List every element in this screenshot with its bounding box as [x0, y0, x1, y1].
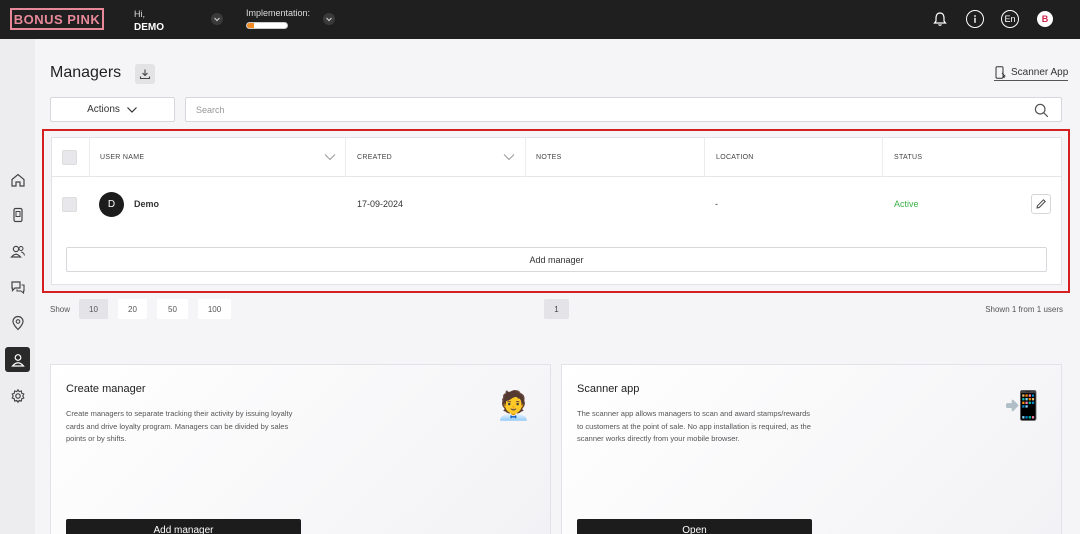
users-icon	[9, 245, 25, 258]
user-menu-chevron-icon[interactable]	[211, 13, 223, 25]
page-size-10[interactable]: 10	[79, 299, 108, 319]
home-icon	[10, 173, 25, 187]
implementation-progress-bar	[246, 22, 288, 29]
status-badge: Active	[894, 199, 919, 209]
page-size-20[interactable]: 20	[118, 299, 147, 319]
export-button[interactable]	[135, 64, 155, 84]
card-description: Create managers to separate tracking the…	[66, 409, 293, 443]
select-all-checkbox[interactable]	[62, 150, 77, 165]
bell-icon[interactable]	[931, 10, 949, 28]
card-title: Create manager	[66, 383, 146, 395]
row-username[interactable]: Demo	[134, 199, 159, 209]
page-number-current[interactable]: 1	[544, 299, 569, 319]
gear-icon	[10, 388, 25, 403]
column-header-location: LOCATION	[716, 154, 754, 161]
scanner-app-link[interactable]: Scanner App	[994, 66, 1069, 81]
scanner-app-card: Scanner app The scanner app allows manag…	[561, 364, 1062, 534]
manager-icon	[10, 353, 25, 367]
card-description: The scanner app allows managers to scan …	[577, 409, 811, 443]
chevron-down-icon	[126, 106, 137, 113]
search-input[interactable]	[196, 103, 1016, 117]
sort-username-chevron-icon[interactable]	[324, 153, 336, 161]
sidebar-item-cards[interactable]	[5, 202, 30, 227]
add-manager-row-button[interactable]: Add manager	[66, 247, 1047, 272]
sidebar	[0, 39, 35, 534]
open-scanner-button[interactable]: Open	[577, 519, 812, 534]
add-manager-button[interactable]: Add manager	[66, 519, 301, 534]
results-summary: Shown 1 from 1 users	[985, 305, 1063, 314]
download-icon	[139, 69, 151, 80]
language-switch[interactable]: En	[1001, 10, 1019, 28]
row-checkbox[interactable]	[62, 196, 77, 212]
row-created: 17-09-2024	[357, 199, 404, 209]
user-name: DEMO	[134, 22, 164, 33]
brand-logo[interactable]: BONUS PINK	[10, 8, 104, 30]
top-bar: BONUS PINK Hi, DEMO Implementation: En B	[0, 0, 1080, 39]
location-icon	[11, 315, 24, 330]
phone-card-icon	[12, 207, 23, 222]
sidebar-item-messages[interactable]	[5, 274, 30, 299]
column-header-username[interactable]: USER NAME	[100, 138, 144, 177]
card-title: Scanner app	[577, 383, 640, 395]
row-location: -	[715, 199, 718, 209]
column-header-created[interactable]: CREATED	[357, 138, 392, 177]
sort-created-chevron-icon[interactable]	[503, 153, 515, 161]
chat-icon	[10, 280, 25, 294]
avatar: D	[99, 191, 124, 217]
page-size-50[interactable]: 50	[157, 299, 188, 319]
greeting-text: Hi,	[134, 9, 145, 19]
actions-dropdown[interactable]: Actions	[50, 97, 175, 122]
sidebar-item-customers[interactable]	[5, 238, 30, 263]
info-icon[interactable]	[966, 10, 984, 28]
sidebar-item-settings[interactable]	[5, 383, 30, 408]
implementation-progress-fill	[247, 23, 255, 28]
show-label: Show	[50, 305, 71, 314]
table-header: USER NAME CREATED NOTES LOCATION STATUS	[52, 138, 1061, 177]
managers-table: USER NAME CREATED NOTES LOCATION STATUS …	[51, 137, 1062, 285]
scanner-app-label: Scanner App	[1011, 67, 1069, 78]
column-header-status: STATUS	[894, 154, 923, 161]
edit-button[interactable]	[1031, 194, 1051, 214]
create-manager-card: Create manager Create managers to separa…	[50, 364, 551, 534]
mobile-scan-icon	[995, 66, 1006, 79]
column-header-notes: NOTES	[536, 154, 562, 161]
implementation-status[interactable]: Implementation:	[246, 8, 310, 29]
sidebar-item-locations[interactable]	[5, 310, 30, 335]
search-icon[interactable]	[1034, 103, 1049, 118]
implementation-chevron-icon[interactable]	[323, 13, 335, 25]
actions-label: Actions	[87, 104, 120, 115]
pencil-icon	[1036, 199, 1046, 209]
phone-transfer-emoji-icon: 📲	[1004, 390, 1039, 421]
user-greeting[interactable]: Hi, DEMO	[134, 8, 164, 34]
page-size-100[interactable]: 100	[198, 299, 231, 319]
search-bar	[185, 97, 1062, 122]
sidebar-item-managers[interactable]	[5, 347, 30, 372]
sidebar-item-home[interactable]	[5, 167, 30, 192]
page-title: Managers	[50, 64, 122, 81]
manager-emoji-icon: 🧑‍💼	[496, 390, 531, 421]
implementation-label: Implementation:	[246, 8, 311, 18]
select-all-cell	[62, 138, 77, 177]
account-avatar[interactable]: B	[1037, 11, 1053, 27]
